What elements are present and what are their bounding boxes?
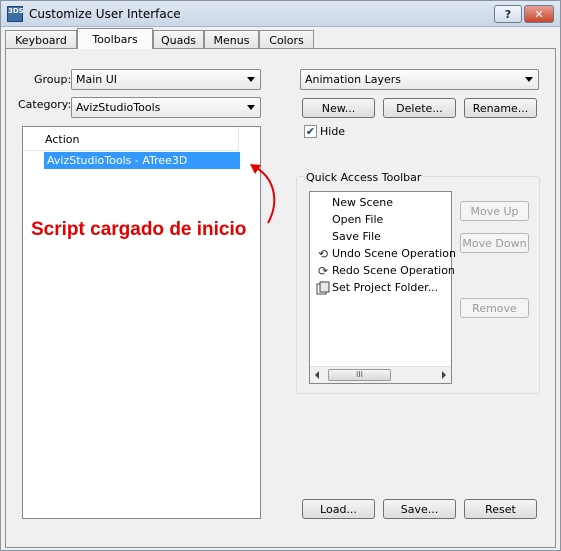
annotation-text: Script cargado de inicio <box>31 219 247 240</box>
annotation-arrow <box>250 164 276 224</box>
close-button[interactable]: ✕ <box>524 5 554 23</box>
window-title: Customize User Interface <box>29 7 181 21</box>
move-up-button[interactable]: Move Up <box>460 201 529 221</box>
scroll-left-icon[interactable] <box>315 371 319 379</box>
tab-quads[interactable]: Quads <box>153 30 204 49</box>
tab-toolbars[interactable]: Toolbars <box>77 28 153 49</box>
chevron-down-icon <box>247 105 255 110</box>
save-button[interactable]: Save... <box>383 499 456 519</box>
chevron-down-icon <box>247 77 255 82</box>
undo-icon: ⟲ <box>317 246 329 261</box>
customize-ui-window: 3DS Customize User Interface ? ✕ Keyboar… <box>0 0 561 551</box>
tab-keyboard[interactable]: Keyboard <box>5 30 77 49</box>
rename-button[interactable]: Rename... <box>464 98 537 118</box>
list-item[interactable]: Set Project Folder... <box>314 279 438 296</box>
help-button[interactable]: ? <box>494 5 522 23</box>
tab-menus[interactable]: Menus <box>204 30 259 49</box>
list-item-label: Redo Scene Operation <box>332 264 455 277</box>
group-value: Main UI <box>76 73 118 86</box>
group-label: Group: <box>34 73 72 86</box>
blank-icon <box>314 195 332 211</box>
hide-checkbox[interactable]: ✔ <box>304 125 317 138</box>
list-item-label: New Scene <box>332 196 394 209</box>
load-button[interactable]: Load... <box>302 499 375 519</box>
blank-icon <box>314 229 332 245</box>
quick-access-list[interactable]: New Scene Open File Save File ⟲ Undo Sce… <box>309 191 456 384</box>
move-down-button[interactable]: Move Down <box>460 233 529 253</box>
list-item[interactable]: Open File <box>314 211 383 228</box>
action-header-label: Action <box>45 133 80 146</box>
project-folder-icon <box>314 280 332 296</box>
chevron-down-icon <box>525 77 533 82</box>
quick-access-title: Quick Access Toolbar <box>304 171 424 184</box>
action-column-header[interactable]: Action <box>23 127 239 151</box>
horizontal-scrollbar[interactable]: III <box>310 366 451 383</box>
list-item-selected-action[interactable]: AvizStudioTools - ATree3D <box>44 152 240 169</box>
scroll-right-icon[interactable] <box>442 371 446 379</box>
new-button[interactable]: New... <box>302 98 375 118</box>
blank-icon <box>314 212 332 228</box>
redo-icon: ⟳ <box>317 263 329 278</box>
category-value: AvizStudioTools <box>76 101 161 114</box>
category-dropdown[interactable]: AvizStudioTools <box>71 97 261 118</box>
scroll-thumb[interactable]: III <box>328 369 391 381</box>
action-list[interactable]: Action AvizStudioTools - ATree3D <box>22 126 261 519</box>
group-dropdown[interactable]: Main UI <box>71 69 261 90</box>
list-item-label: Set Project Folder... <box>332 281 439 294</box>
list-item[interactable]: ⟲ Undo Scene Operation <box>314 245 456 262</box>
list-item[interactable]: New Scene <box>314 194 393 211</box>
app-icon: 3DS <box>7 6 24 22</box>
list-item[interactable]: ⟳ Redo Scene Operation <box>314 262 455 279</box>
category-label: Category: <box>18 98 72 111</box>
list-item-label: Undo Scene Operation <box>332 247 457 260</box>
tab-colors[interactable]: Colors <box>259 30 314 49</box>
remove-button[interactable]: Remove <box>460 298 529 318</box>
reset-button[interactable]: Reset <box>464 499 537 519</box>
list-item-label: Open File <box>332 213 384 226</box>
delete-button[interactable]: Delete... <box>383 98 456 118</box>
toolbar-dropdown[interactable]: Animation Layers <box>300 69 539 90</box>
list-item-label: Save File <box>332 230 381 243</box>
list-item[interactable]: Save File <box>314 228 381 245</box>
title-bar[interactable]: 3DS Customize User Interface ? ✕ <box>1 1 560 27</box>
hide-label: Hide <box>320 125 346 138</box>
toolbar-value: Animation Layers <box>305 73 401 86</box>
